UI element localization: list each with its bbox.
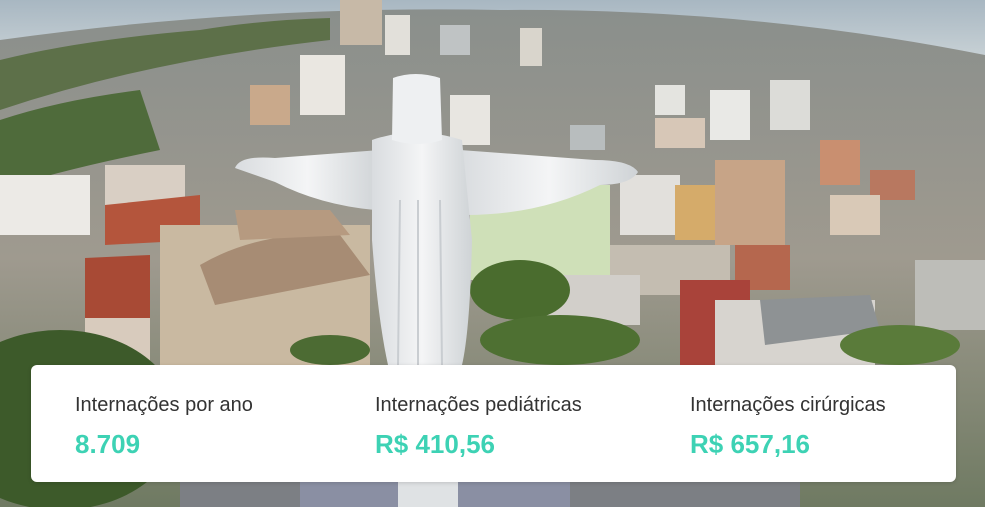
stat-value: R$ 410,56 [375,429,495,459]
stat-pediatric-admissions: Internações pediátricas R$ 410,56 [375,393,582,459]
stat-value: 8.709 [75,429,141,459]
stat-label: Internações cirúrgicas [690,394,886,416]
stat-label: Internações por ano [75,394,253,416]
stat-admissions-per-year: Internações por ano 8.709 [75,393,253,459]
stats-card: Internações por ano 8.709 Internações pe… [31,365,956,482]
stat-surgical-admissions: Internações cirúrgicas R$ 657,16 [690,393,886,459]
stat-value: R$ 657,16 [690,429,810,459]
stat-label: Internações pediátricas [375,394,582,416]
